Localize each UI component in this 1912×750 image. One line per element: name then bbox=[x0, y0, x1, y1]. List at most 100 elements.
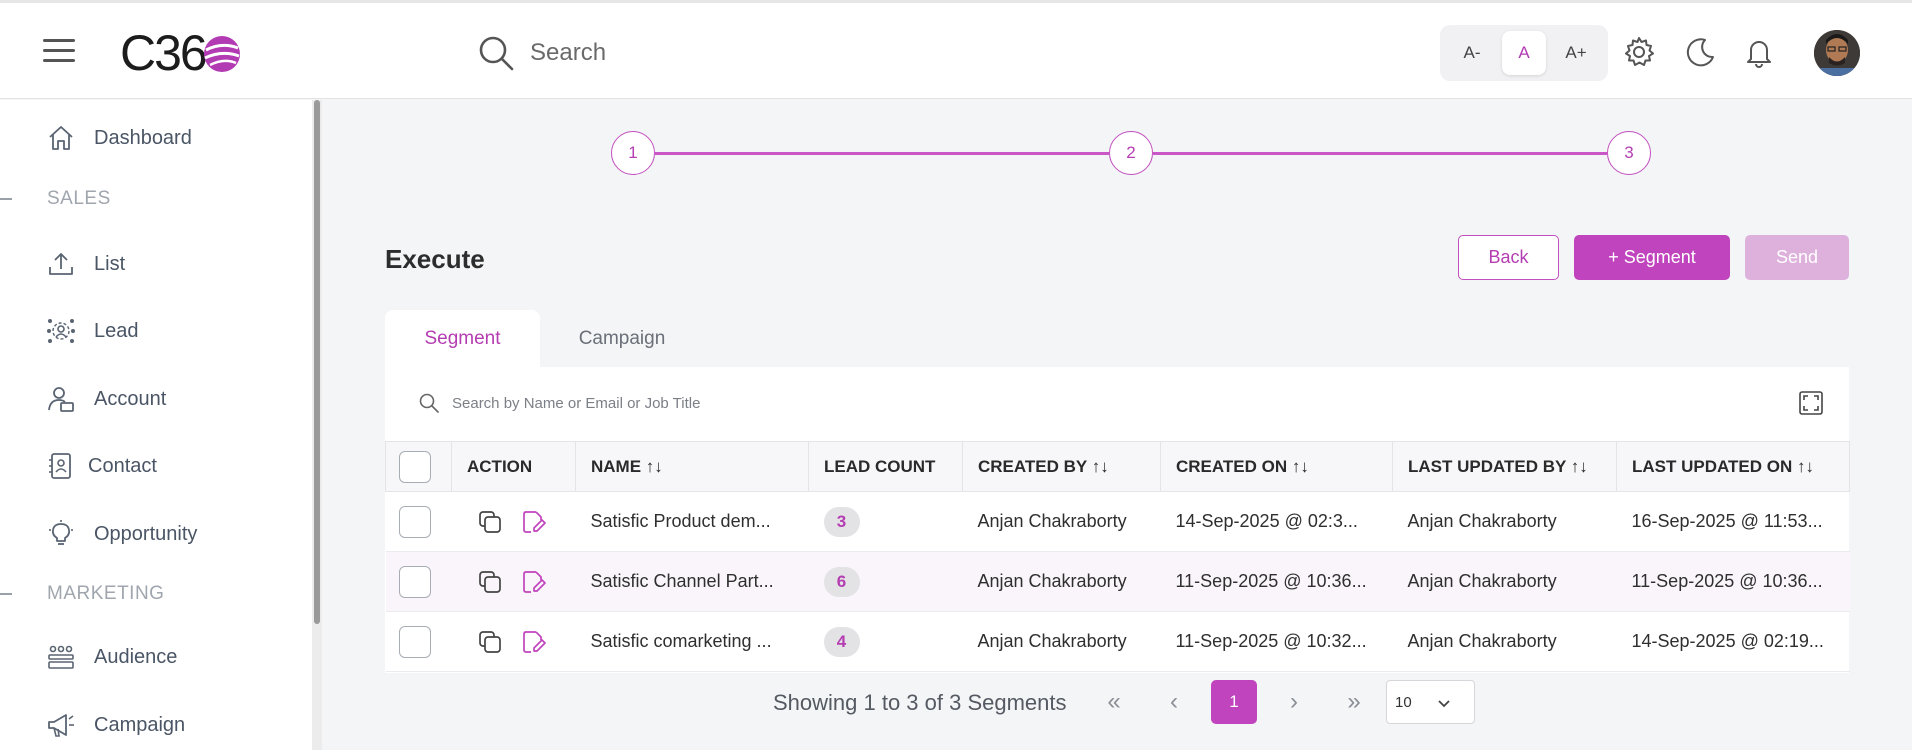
font-decrease-button[interactable]: A- bbox=[1450, 31, 1494, 75]
cell-name: Satisfic Channel Part... bbox=[575, 551, 809, 612]
sidebar-item-audience[interactable]: Audience bbox=[46, 637, 177, 677]
sidebar-item-opportunity[interactable]: Opportunity bbox=[46, 514, 197, 554]
sidebar-item-label: Dashboard bbox=[94, 126, 192, 149]
font-increase-button[interactable]: A+ bbox=[1554, 31, 1598, 75]
table-row[interactable]: Satisfic Channel Part... 6 Anjan Chakrab… bbox=[385, 551, 1850, 612]
font-size-switcher: A- A A+ bbox=[1440, 25, 1608, 81]
column-header-last-updated-by[interactable]: LAST UPDATED BY ↑↓ bbox=[1392, 441, 1617, 492]
search-icon bbox=[479, 36, 514, 71]
copy-icon[interactable] bbox=[477, 569, 503, 595]
sort-icon[interactable]: ↑↓ bbox=[1571, 457, 1588, 476]
sort-icon[interactable]: ↑↓ bbox=[1092, 457, 1109, 476]
row-checkbox[interactable] bbox=[398, 565, 431, 598]
contact-card-icon bbox=[49, 453, 71, 479]
sidebar-item-lead[interactable]: Lead bbox=[46, 311, 139, 351]
search-icon bbox=[419, 393, 439, 413]
home-icon bbox=[49, 126, 73, 150]
menu-icon[interactable] bbox=[43, 39, 75, 65]
cell-created-by: Anjan Chakraborty bbox=[962, 551, 1161, 612]
column-header-name[interactable]: NAME ↑↓ bbox=[575, 441, 809, 492]
lead-network-icon bbox=[47, 319, 75, 343]
avatar[interactable] bbox=[1814, 30, 1860, 76]
step-2[interactable]: 2 bbox=[1109, 131, 1153, 175]
cell-created-on: 11-Sep-2025 @ 10:32... bbox=[1160, 611, 1393, 672]
logo-globe-icon bbox=[203, 36, 240, 72]
cell-created-on: 11-Sep-2025 @ 10:36... bbox=[1160, 551, 1393, 612]
sort-icon[interactable]: ↑↓ bbox=[1797, 457, 1814, 476]
sidebar-item-label: Campaign bbox=[94, 713, 186, 736]
copy-icon[interactable] bbox=[477, 509, 503, 535]
cell-last-updated-on: 11-Sep-2025 @ 10:36... bbox=[1616, 551, 1850, 612]
moon-icon[interactable] bbox=[1683, 35, 1717, 69]
next-page-button[interactable]: › bbox=[1271, 680, 1317, 724]
cell-last-updated-by: Anjan Chakraborty bbox=[1392, 491, 1617, 552]
sidebar-section-marketing: MARKETING bbox=[0, 583, 164, 605]
row-checkbox[interactable] bbox=[398, 505, 431, 538]
edit-icon[interactable] bbox=[521, 509, 547, 535]
edit-icon[interactable] bbox=[521, 629, 547, 655]
step-3[interactable]: 3 bbox=[1607, 131, 1651, 175]
table-search-input[interactable] bbox=[452, 394, 852, 412]
column-header-last-updated-on[interactable]: LAST UPDATED ON ↑↓ bbox=[1616, 441, 1850, 492]
tab-campaign[interactable]: Campaign bbox=[540, 310, 704, 368]
add-segment-button[interactable]: + Segment bbox=[1574, 235, 1730, 280]
sort-icon[interactable]: ↑↓ bbox=[646, 457, 663, 476]
cell-created-by: Anjan Chakraborty bbox=[962, 611, 1161, 672]
gear-icon[interactable] bbox=[1622, 35, 1656, 69]
back-button[interactable]: Back bbox=[1458, 235, 1559, 280]
sidebar-section-sales: SALES bbox=[0, 188, 111, 210]
page-1-button[interactable]: 1 bbox=[1211, 680, 1257, 724]
table-row[interactable]: Satisfic comarketing ... 4 Anjan Chakrab… bbox=[385, 611, 1850, 672]
chevron-down-icon bbox=[1438, 700, 1450, 708]
column-header-created-by[interactable]: CREATED BY ↑↓ bbox=[962, 441, 1161, 492]
sidebar-item-campaign[interactable]: Campaign bbox=[46, 705, 185, 745]
cell-created-by: Anjan Chakraborty bbox=[962, 491, 1161, 552]
page-size-select[interactable]: 10 bbox=[1386, 680, 1475, 724]
bell-icon[interactable] bbox=[1742, 35, 1776, 69]
prev-page-button[interactable]: ‹ bbox=[1151, 680, 1197, 724]
logo-text: C36 bbox=[120, 25, 208, 81]
cell-created-on: 14-Sep-2025 @ 02:3... bbox=[1160, 491, 1393, 552]
column-header-action: ACTION bbox=[451, 441, 576, 492]
step-1[interactable]: 1 bbox=[611, 131, 655, 175]
account-icon bbox=[48, 387, 74, 412]
table-search bbox=[418, 392, 852, 414]
pagination-summary: Showing 1 to 3 of 3 Segments bbox=[773, 690, 1067, 715]
select-all-header bbox=[385, 441, 452, 492]
sidebar-item-dashboard[interactable]: Dashboard bbox=[46, 118, 192, 158]
cell-last-updated-on: 14-Sep-2025 @ 02:19... bbox=[1616, 611, 1850, 672]
table-row[interactable]: Satisfic Product dem... 3 Anjan Chakrabo… bbox=[385, 491, 1850, 552]
logo[interactable]: C36 bbox=[120, 25, 242, 81]
tab-segment[interactable]: Segment bbox=[385, 310, 540, 368]
sidebar-item-label: Lead bbox=[94, 319, 139, 342]
fullscreen-icon[interactable] bbox=[1798, 390, 1824, 416]
first-page-button[interactable]: « bbox=[1091, 680, 1137, 724]
select-all-checkbox[interactable] bbox=[399, 450, 431, 483]
search-input[interactable] bbox=[530, 39, 970, 67]
header: C36 A- A A+ bbox=[0, 3, 1912, 99]
sidebar: Dashboard SALES List Lead Account Contac… bbox=[0, 100, 316, 750]
last-page-button[interactable]: » bbox=[1331, 680, 1377, 724]
audience-icon bbox=[48, 645, 74, 669]
sort-icon[interactable]: ↑↓ bbox=[1292, 457, 1309, 476]
cell-last-updated-by: Anjan Chakraborty bbox=[1392, 551, 1617, 612]
lightbulb-icon bbox=[49, 520, 73, 545]
column-header-created-on[interactable]: CREATED ON ↑↓ bbox=[1160, 441, 1393, 492]
font-default-button[interactable]: A bbox=[1502, 31, 1546, 75]
sidebar-item-contact[interactable]: Contact bbox=[46, 446, 157, 486]
send-button[interactable]: Send bbox=[1745, 235, 1849, 280]
row-checkbox[interactable] bbox=[398, 625, 431, 658]
sidebar-item-label: Account bbox=[94, 387, 167, 410]
table-header-row: ACTION NAME ↑↓ LEAD COUNT CREATED BY ↑↓ … bbox=[385, 441, 1850, 492]
edit-icon[interactable] bbox=[521, 569, 547, 595]
copy-icon[interactable] bbox=[477, 629, 503, 655]
sidebar-item-list[interactable]: List bbox=[46, 244, 125, 284]
cell-name: Satisfic comarketing ... bbox=[575, 611, 809, 672]
sidebar-scrollbar[interactable] bbox=[314, 100, 320, 624]
sidebar-item-label: Opportunity bbox=[94, 522, 198, 545]
segments-table: ACTION NAME ↑↓ LEAD COUNT CREATED BY ↑↓ … bbox=[385, 441, 1850, 672]
sidebar-item-account[interactable]: Account bbox=[46, 379, 166, 419]
lead-count-badge: 4 bbox=[823, 626, 860, 657]
sidebar-item-label: Contact bbox=[88, 454, 157, 477]
cell-last-updated-on: 16-Sep-2025 @ 11:53... bbox=[1616, 491, 1850, 552]
